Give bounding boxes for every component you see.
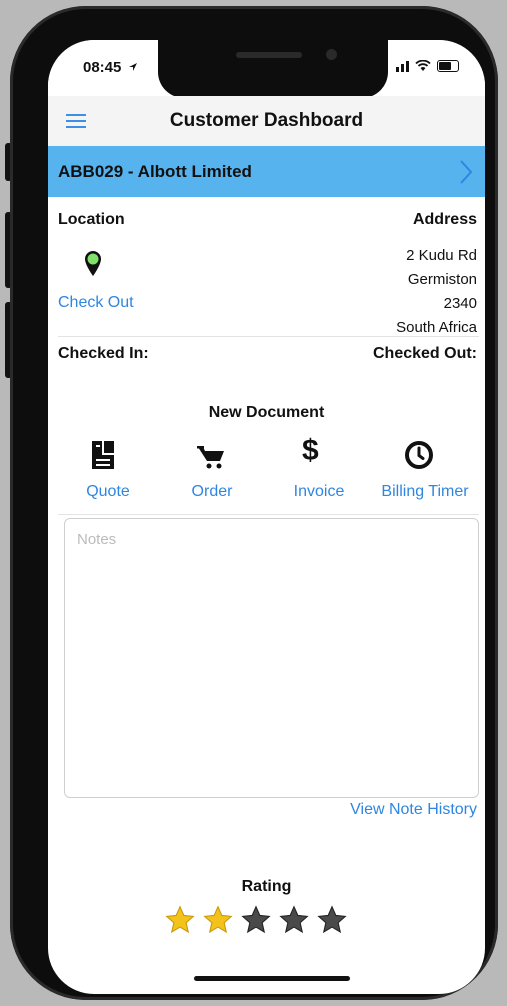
status-icons bbox=[396, 60, 459, 72]
order-button[interactable]: Order bbox=[182, 483, 242, 501]
address-label: Address bbox=[412, 211, 477, 228]
speaker bbox=[236, 52, 302, 58]
address-block: 2 Kudu Rd Germiston 2340 South Africa bbox=[396, 244, 477, 340]
invoice-button[interactable]: Invoice bbox=[283, 483, 355, 501]
star-empty-icon[interactable] bbox=[240, 904, 272, 936]
star-empty-icon[interactable] bbox=[316, 904, 348, 936]
star-empty-icon[interactable] bbox=[278, 904, 310, 936]
divider bbox=[58, 336, 479, 337]
camera bbox=[326, 49, 337, 60]
star-filled-icon[interactable] bbox=[164, 904, 196, 936]
view-note-history-link[interactable]: View Note History bbox=[350, 801, 477, 819]
home-indicator bbox=[194, 976, 350, 981]
rating-stars[interactable] bbox=[164, 904, 348, 936]
notch bbox=[158, 40, 388, 98]
nav-bar: Customer Dashboard bbox=[48, 96, 485, 147]
wifi-icon bbox=[415, 60, 431, 71]
chevron-right-icon bbox=[460, 160, 473, 184]
address-line2: Germiston bbox=[407, 271, 477, 288]
app-screen: 08:45 Customer Dashboard ABB029 - Albott… bbox=[48, 40, 485, 994]
star-filled-icon[interactable] bbox=[202, 904, 234, 936]
phone-frame: 08:45 Customer Dashboard ABB029 - Albott… bbox=[10, 6, 498, 1000]
address-line3: 2340 bbox=[443, 295, 477, 312]
notes-placeholder: Notes bbox=[77, 531, 117, 548]
clock-icon[interactable] bbox=[404, 440, 434, 470]
quote-button[interactable]: Quote bbox=[78, 483, 138, 501]
cart-icon[interactable] bbox=[196, 444, 226, 470]
divider bbox=[58, 514, 479, 515]
checked-in-label: Checked In: bbox=[58, 345, 149, 362]
document-icon[interactable] bbox=[90, 440, 116, 470]
customer-selector[interactable]: ABB029 - Albott Limited bbox=[48, 146, 485, 197]
dollar-icon[interactable]: $ bbox=[302, 434, 319, 468]
billing-timer-button[interactable]: Billing Timer bbox=[370, 483, 480, 501]
status-time: 08:45 bbox=[83, 59, 122, 76]
location-arrow-icon bbox=[129, 63, 137, 71]
check-out-link[interactable]: Check Out bbox=[58, 294, 134, 312]
status-bar: 08:45 bbox=[48, 40, 485, 98]
new-document-title: New Document bbox=[208, 404, 325, 421]
signal-icon bbox=[396, 60, 409, 72]
address-line1: 2 Kudu Rd bbox=[406, 247, 477, 264]
location-label: Location bbox=[58, 211, 125, 228]
battery-icon bbox=[437, 60, 459, 72]
checked-out-label: Checked Out: bbox=[372, 345, 477, 362]
notes-textarea[interactable]: Notes bbox=[64, 518, 479, 798]
page-title: Customer Dashboard bbox=[169, 110, 364, 131]
customer-name: ABB029 - Albott Limited bbox=[58, 162, 252, 181]
map-pin-icon bbox=[85, 251, 101, 276]
rating-title: Rating bbox=[241, 878, 292, 895]
